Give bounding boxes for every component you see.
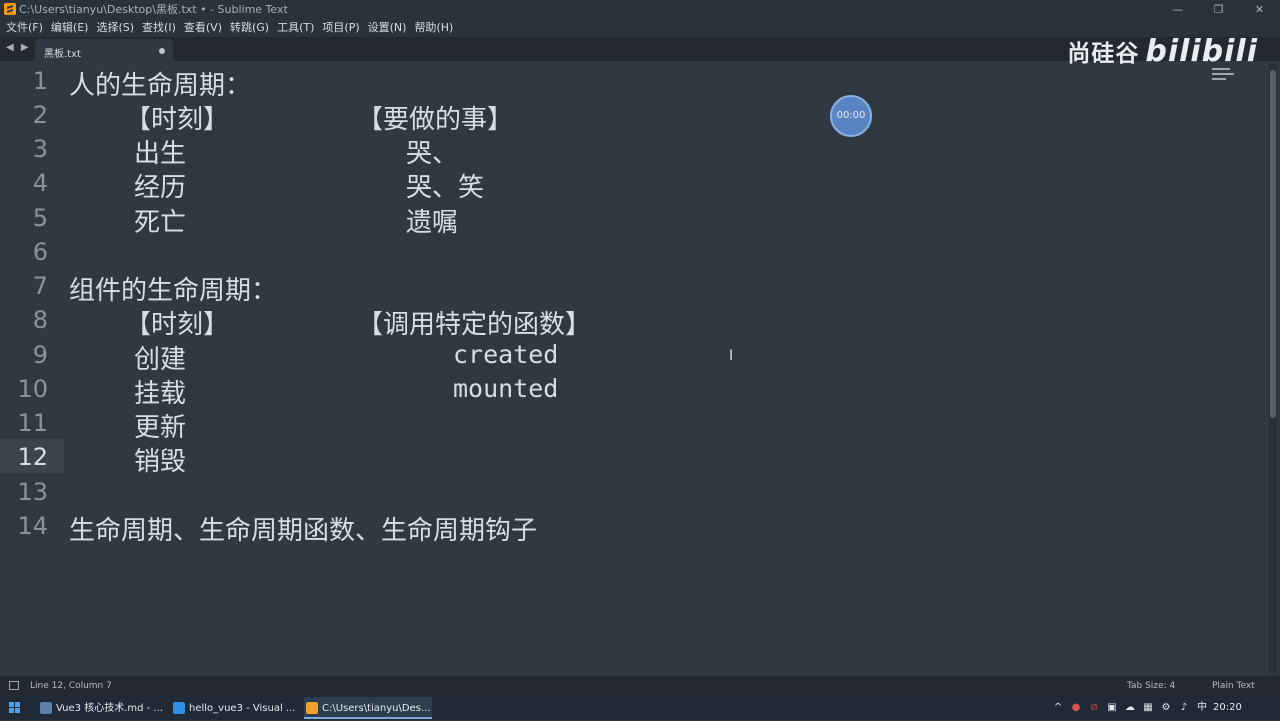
close-button[interactable]: ✕ [1239,0,1280,19]
taskbar-item-markdown[interactable]: Vue3 核心技术.md - ... [38,697,180,719]
system-tray: ^ ● ⊘ ▣ ☁ ▦ ⚙ ♪ 中 [1052,696,1208,720]
taskbar-item-sublime[interactable]: C:\Users\tianyu\Des... [304,697,432,719]
cursor-position: Line 12, Column 7 [30,681,112,691]
tray-window-icon[interactable]: ▣ [1106,696,1118,720]
editor-line-2-col1: 【时刻】 [125,105,230,135]
editor-line-11-col1: 更新 [134,413,187,443]
line-number: 7 [32,272,48,300]
menu-edit[interactable]: 编辑(E) [47,19,93,37]
panel-toggle-icon[interactable] [9,681,19,690]
tray-record-icon[interactable]: ⊘ [1088,696,1100,720]
line-number: 4 [32,169,48,197]
line-number: 8 [32,306,48,334]
tray-cloud-icon[interactable]: ☁ [1124,696,1136,720]
tray-app-icon[interactable]: ● [1070,696,1082,720]
line-number: 2 [32,101,48,129]
window-controls: — ❐ ✕ [1157,0,1280,19]
menu-project[interactable]: 项目(P) [318,19,363,37]
status-bar: Line 12, Column 7 Tab Size: 4 Plain Text [0,676,1280,696]
line-number: 5 [32,204,48,232]
taskbar-item-vscode[interactable]: hello_vue3 - Visual ... [171,697,313,719]
editor-line-3-col2: 哭、 [406,139,459,169]
menu-selection[interactable]: 选择(S) [92,19,138,37]
taskbar-item-label: hello_vue3 - Visual ... [189,703,296,714]
ibeam-cursor-icon: I [729,348,734,364]
input-method-indicator[interactable]: 中 [1196,696,1208,720]
tray-network-icon[interactable]: ▦ [1142,696,1154,720]
line-number: 13 [17,478,48,506]
line-number: 14 [17,512,48,540]
editor-text-area[interactable]: 人的生命周期： 【时刻】 【要做的事】 出生 哭、 经历 哭、笑 死亡 遗嘱 组… [69,64,1264,674]
sublime-text-icon [4,3,16,15]
line-number-gutter: 1 2 3 4 5 6 7 8 9 10 11 12 13 14 [0,64,64,674]
window-title: C:\Users\tianyu\Desktop\黑板.txt • - Subli… [19,3,288,16]
editor-line-14: 生命周期、生命周期函数、生命周期钩子 [69,516,538,546]
menu-find[interactable]: 查找(I) [138,19,180,37]
editor-line-8-col1: 【时刻】 [125,310,230,340]
editor-line-4-col1: 经历 [134,173,187,203]
editor-line-12-col1: 销毁 [134,447,187,477]
line-number: 10 [17,375,48,403]
title-bar: C:\Users\tianyu\Desktop\黑板.txt • - Subli… [0,0,1280,19]
windows-start-icon[interactable] [9,702,21,714]
line-number: 3 [32,135,48,163]
editor-line-9-col1: 创建 [134,345,187,375]
editor-line-5-col2: 遗嘱 [406,208,459,238]
editor-line-5-col1: 死亡 [134,208,187,238]
tab-nav-arrows-icon[interactable]: ◀ ▶ [6,42,31,53]
tray-settings-icon[interactable]: ⚙ [1160,696,1172,720]
line-number: 1 [32,67,48,95]
menu-view[interactable]: 查看(V) [180,19,226,37]
tab-label: 黑板.txt [44,49,81,60]
editor-line-9-code: created [453,340,559,369]
sublime-text-icon [306,702,318,714]
line-number: 11 [17,409,48,437]
vscode-icon [173,702,185,714]
menu-help[interactable]: 帮助(H) [410,19,457,37]
recording-timer[interactable]: 00:00 [830,95,872,137]
menu-file[interactable]: 文件(F) [2,19,47,37]
editor-line-3-col1: 出生 [134,139,187,169]
editor-line-7: 组件的生命周期： [69,276,278,306]
taskbar-item-label: C:\Users\tianyu\Des... [322,703,431,714]
editor-line-10-code: mounted [453,374,559,403]
maximize-button[interactable]: ❐ [1198,0,1239,19]
scrollbar-thumb[interactable] [1270,70,1276,418]
line-number: 9 [32,341,48,369]
markdown-app-icon [40,702,52,714]
taskbar-item-label: Vue3 核心技术.md - ... [56,703,163,714]
minimize-button[interactable]: — [1157,0,1198,19]
line-number-current: 12 [17,443,48,471]
editor-line-1: 人的生命周期： [69,71,252,101]
menu-goto[interactable]: 转跳(G) [226,19,273,37]
taskbar: Vue3 核心技术.md - ... hello_vue3 - Visual .… [0,696,1280,720]
editor-line-2-col2: 【要做的事】 [357,105,514,135]
taskbar-clock[interactable]: 20:20 [1213,696,1242,720]
line-number: 6 [32,238,48,266]
tray-overflow-icon[interactable]: ^ [1052,696,1064,720]
editor-line-8-col2: 【调用特定的函数】 [357,310,592,340]
menu-tools[interactable]: 工具(T) [273,19,318,37]
tab-size-selector[interactable]: Tab Size: 4 [1127,676,1175,696]
editor-line-4-col2: 哭、笑 [406,173,485,203]
unsaved-dot-icon[interactable] [159,48,165,54]
syntax-selector[interactable]: Plain Text [1212,676,1255,696]
menu-preferences[interactable]: 设置(N) [364,19,411,37]
tray-volume-icon[interactable]: ♪ [1178,696,1190,720]
editor-line-10-col1: 挂载 [134,379,187,409]
tab-blackboard[interactable]: 黑板.txt [35,39,173,61]
